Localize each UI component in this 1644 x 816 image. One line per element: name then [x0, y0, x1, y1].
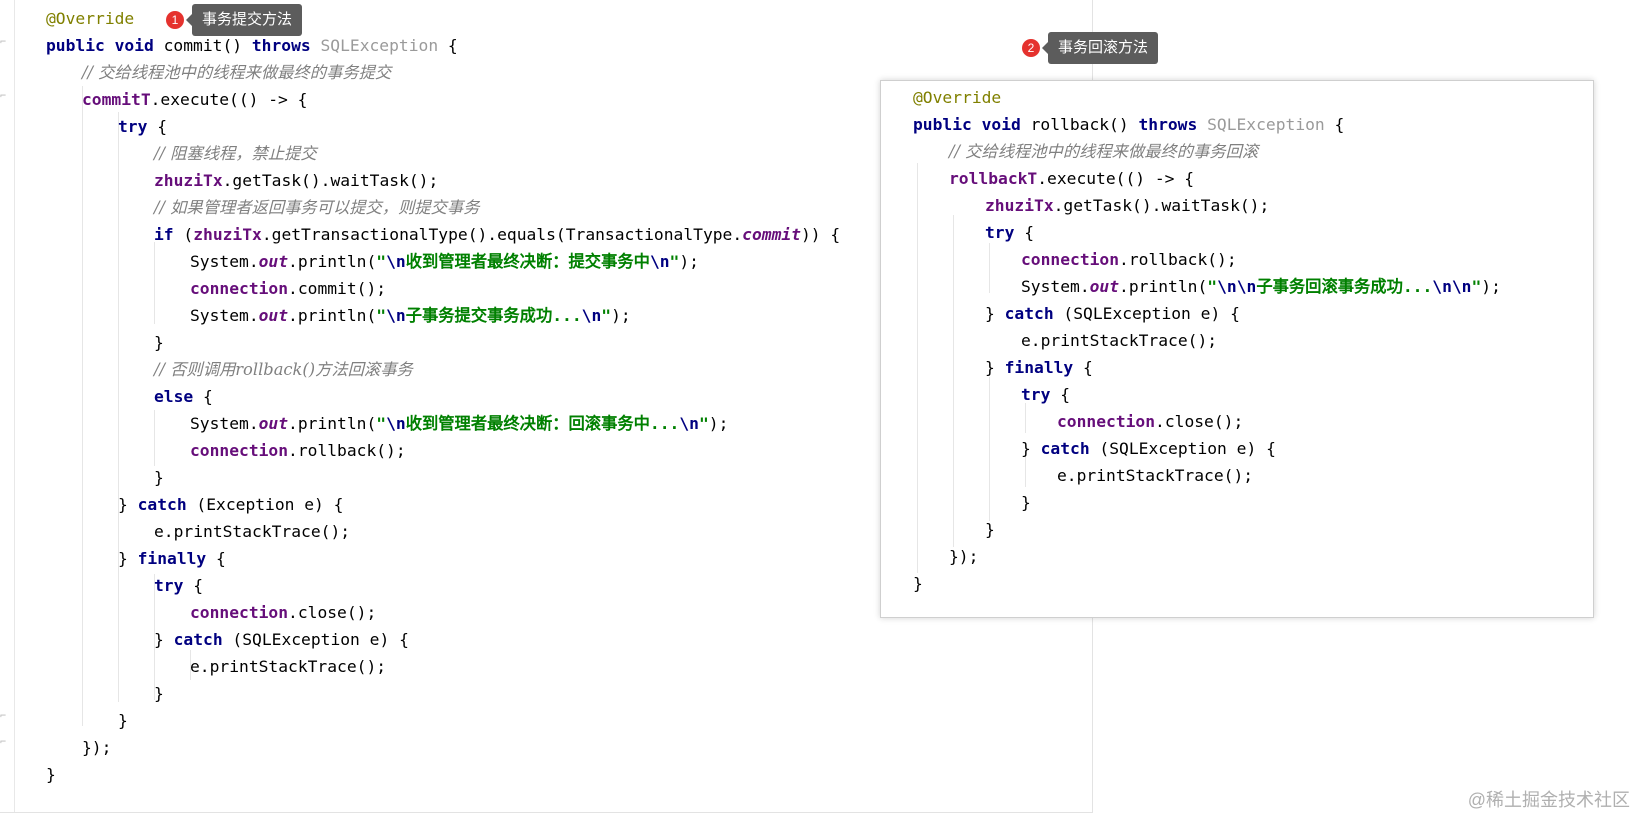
indent-guide: [82, 86, 83, 726]
code-line: } finally {: [985, 358, 1093, 377]
code-line: e.printStackTrace();: [190, 657, 387, 676]
code-line: }: [46, 765, 56, 784]
code-line: } catch (Exception e) {: [118, 495, 344, 514]
indent-guide: [154, 242, 155, 324]
fold-marker-icon[interactable]: ⌐: [0, 738, 10, 748]
indent-guide: [953, 215, 954, 547]
code-line: connection.close();: [190, 603, 377, 622]
code-line: @Override: [913, 88, 1002, 107]
callout-label: 事务回滚方法: [1041, 32, 1159, 64]
code-line: // 交给线程池中的线程来做最终的事务提交: [82, 63, 392, 82]
code-line: else {: [154, 387, 213, 406]
editor-gutter: [14, 0, 15, 812]
code-line: // 阻塞线程，禁止提交: [154, 144, 317, 163]
fold-marker-icon[interactable]: ⌐: [0, 712, 10, 722]
code-line: connection.rollback();: [1021, 250, 1237, 269]
code-line: } catch (SQLException e) {: [985, 304, 1240, 323]
code-line: });: [82, 738, 112, 757]
code-line: System.out.println("\n收到管理者最终决断：回滚事务中...…: [190, 414, 729, 433]
code-line: }: [154, 684, 164, 703]
code-line: rollbackT.execute(() -> {: [949, 169, 1195, 188]
code-line: }: [154, 333, 164, 352]
rollback-code-panel[interactable]: @Override public void rollback() throws …: [880, 80, 1594, 618]
code-line: });: [949, 547, 979, 566]
code-line: } finally {: [118, 549, 226, 568]
indent-guide: [917, 163, 918, 573]
code-line: e.printStackTrace();: [1057, 466, 1254, 485]
code-line: commitT.execute(() -> {: [82, 90, 308, 109]
watermark: @稀土掘金技术社区: [1467, 790, 1630, 810]
code-line: if (zhuziTx.getTransactionalType().equal…: [154, 225, 841, 244]
indent-guide: [989, 377, 990, 521]
callout-label: 事务提交方法: [185, 4, 303, 36]
code-line: zhuziTx.getTask().waitTask();: [985, 196, 1270, 215]
code-line: System.out.println("\n收到管理者最终决断：提交事务中\n"…: [190, 252, 699, 271]
callout-commit-method: 1 事务提交方法: [166, 4, 303, 36]
callout-number-badge: 2: [1022, 39, 1040, 57]
code-line: // 如果管理者返回事务可以提交，则提交事务: [154, 198, 480, 217]
fold-marker-icon[interactable]: ⌐: [0, 92, 10, 102]
code-line: connection.commit();: [190, 279, 387, 298]
indent-guide: [154, 410, 155, 466]
indent-guide: [989, 243, 990, 293]
code-line: } catch (SQLException e) {: [154, 630, 409, 649]
indent-guide: [118, 112, 119, 702]
code-line: zhuziTx.getTask().waitTask();: [154, 171, 439, 190]
code-line: }: [985, 520, 995, 539]
code-line: // 交给线程池中的线程来做最终的事务回滚: [949, 142, 1259, 161]
code-line: // 否则调用rollback()方法回滚事务: [154, 360, 413, 379]
code-line: System.out.println("\n\n子事务回滚事务成功...\n\n…: [1021, 277, 1501, 296]
fold-marker-icon[interactable]: ⌐: [0, 38, 10, 48]
code-line: }: [118, 711, 128, 730]
code-line: @Override: [46, 9, 135, 28]
code-line: }: [154, 468, 164, 487]
code-line: try {: [118, 117, 168, 136]
code-line: connection.rollback();: [190, 441, 406, 460]
code-line: }: [1021, 493, 1031, 512]
code-line: } catch (SQLException e) {: [1021, 439, 1276, 458]
code-line: e.printStackTrace();: [154, 522, 351, 541]
code-line: }: [913, 574, 923, 593]
callout-number-badge: 1: [166, 11, 184, 29]
code-line: public void rollback() throws SQLExcepti…: [913, 115, 1345, 134]
code-line: System.out.println("\n子事务提交事务成功...\n");: [190, 306, 631, 325]
code-line: public void commit() throws SQLException…: [46, 36, 458, 55]
code-line: connection.close();: [1057, 412, 1244, 431]
callout-rollback-method: 2 事务回滚方法: [1022, 32, 1159, 64]
code-line: try {: [1021, 385, 1071, 404]
code-line: try {: [985, 223, 1035, 242]
code-line: e.printStackTrace();: [1021, 331, 1218, 350]
code-line: try {: [154, 576, 204, 595]
